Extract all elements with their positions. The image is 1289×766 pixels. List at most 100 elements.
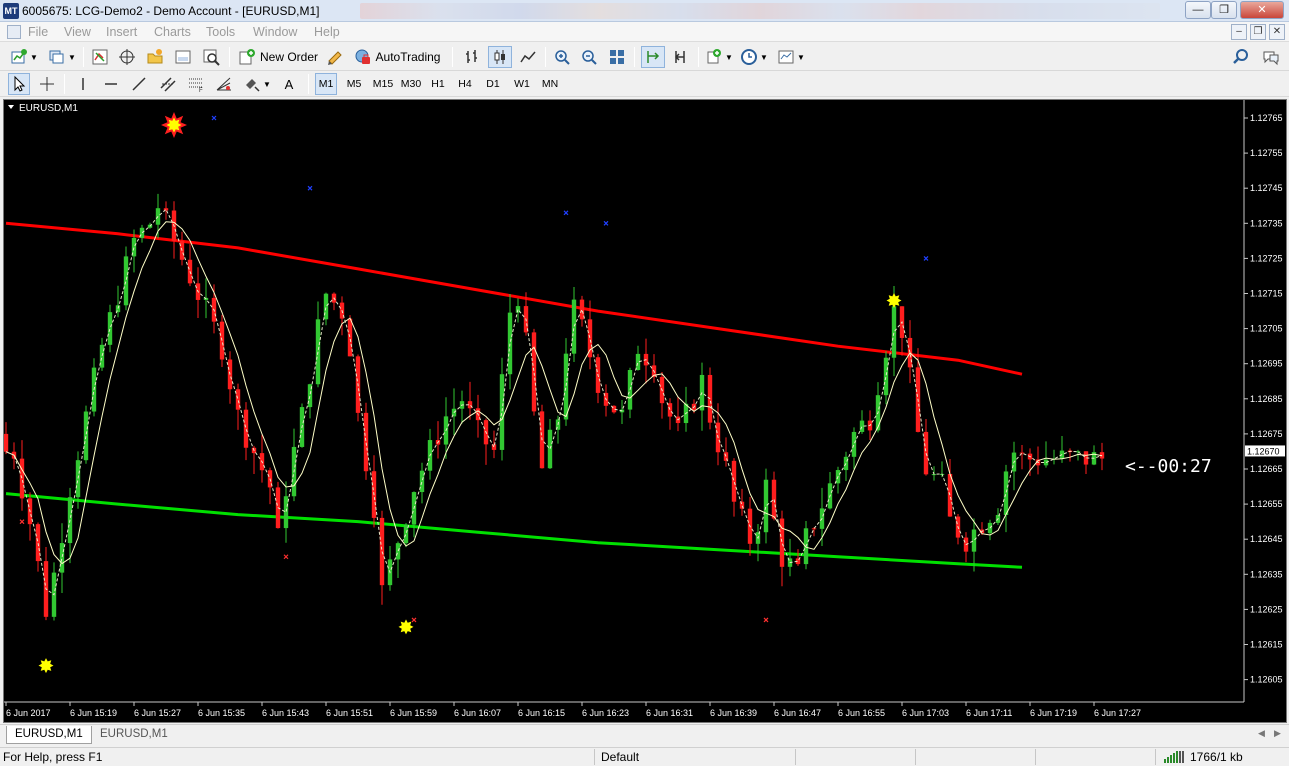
menu-help[interactable]: Help xyxy=(314,25,340,39)
trendline-button[interactable] xyxy=(128,73,150,95)
band-lines xyxy=(5,221,1023,569)
horizontal-line-button[interactable] xyxy=(100,73,122,95)
timeframe-w1-button[interactable]: W1 xyxy=(511,73,533,95)
chat-button[interactable] xyxy=(1258,46,1284,68)
new-order-button[interactable]: New Order xyxy=(236,46,320,68)
time-tick-label: 6 Jun 17:03 xyxy=(902,708,949,718)
chart-menu-arrow-icon[interactable] xyxy=(8,105,14,109)
crosshair-tool-button[interactable] xyxy=(36,73,58,95)
chart-window[interactable]: 1.12765 1.12755 1.12745 1.12735 1.12725 1.127… xyxy=(3,99,1287,723)
menu-tools[interactable]: Tools xyxy=(206,25,235,39)
blue-cross-marker xyxy=(923,255,929,261)
gann-button[interactable] xyxy=(212,73,236,95)
chart-tabs-bar: EURUSD,M1 EURUSD,M1 ◀ ▶ xyxy=(0,724,1289,745)
terminal-button[interactable] xyxy=(172,46,194,68)
status-traffic: 1766/1 kb xyxy=(1190,750,1243,764)
vertical-line-button[interactable] xyxy=(72,73,94,95)
crosshair-window-icon xyxy=(119,49,135,65)
timeframe-mn-button[interactable]: MN xyxy=(538,73,562,95)
candle-body xyxy=(4,433,9,452)
bar-chart-icon xyxy=(466,50,477,63)
zoom-out-button[interactable] xyxy=(578,46,600,68)
search-button[interactable] xyxy=(1230,46,1252,68)
app-icon: MT xyxy=(3,3,19,19)
chart-tab[interactable]: EURUSD,M1 xyxy=(92,726,176,744)
bar-chart-button[interactable] xyxy=(460,46,484,68)
time-tick-label: 6 Jun 15:59 xyxy=(390,708,437,718)
timeframe-m5-button[interactable]: M5 xyxy=(342,73,366,95)
candle-body xyxy=(35,524,41,562)
time-tick-label: 6 Jun 15:43 xyxy=(262,708,309,718)
price-chart[interactable]: 1.12765 1.12755 1.12745 1.12735 1.12725 1.127… xyxy=(4,100,1286,722)
zoom-in-button[interactable] xyxy=(551,46,573,68)
restore-button[interactable]: ❐ xyxy=(1211,1,1237,19)
yellow-signal-marker xyxy=(38,658,54,674)
candle-body xyxy=(59,543,65,573)
candle-body xyxy=(571,299,577,354)
chart-window-icon xyxy=(7,25,21,39)
mdi-close-button[interactable]: ✕ xyxy=(1269,24,1285,40)
strategy-tester-button[interactable] xyxy=(199,46,223,68)
time-tick-label: 6 Jun 16:31 xyxy=(646,708,693,718)
blue-cross-marker xyxy=(603,220,609,226)
time-tick-label: 6 Jun 16:15 xyxy=(518,708,565,718)
candle-body xyxy=(283,496,289,529)
toolbar-separator xyxy=(229,47,230,67)
profiles-button[interactable]: ▼ xyxy=(46,46,78,68)
menu-insert[interactable]: Insert xyxy=(106,25,137,39)
price-tick-label: 1.12705 xyxy=(1250,324,1283,334)
blue-cross-marker xyxy=(307,185,313,191)
menu-file[interactable]: File xyxy=(28,25,48,39)
tile-windows-button[interactable] xyxy=(605,46,629,68)
cursor-tool-button[interactable] xyxy=(8,73,30,95)
timeframe-h1-button[interactable]: H1 xyxy=(427,73,449,95)
line-chart-button[interactable] xyxy=(516,46,540,68)
minimize-button[interactable]: — xyxy=(1185,1,1211,19)
shapes-button[interactable]: ▼ xyxy=(242,73,272,95)
mdi-restore-button[interactable]: ❐ xyxy=(1250,24,1266,40)
red-cross-marker xyxy=(283,554,289,560)
menu-charts[interactable]: Charts xyxy=(154,25,191,39)
data-window-button[interactable] xyxy=(116,46,138,68)
candle-body xyxy=(379,517,385,586)
navigator-icon xyxy=(147,49,163,64)
menu-view[interactable]: View xyxy=(64,25,91,39)
market-watch-button[interactable] xyxy=(89,46,111,68)
metaeditor-button[interactable] xyxy=(324,46,346,68)
auto-scroll-button[interactable] xyxy=(641,46,665,68)
navigator-button[interactable] xyxy=(143,46,167,68)
tabs-scroll-left-icon[interactable]: ◀ xyxy=(1258,728,1265,739)
new-chart-button[interactable]: ▼ xyxy=(6,46,42,68)
templates-button[interactable]: ▼ xyxy=(775,46,807,68)
text-tool-button[interactable]: A xyxy=(278,73,300,95)
candle-body xyxy=(531,332,537,412)
time-tick-label: 6 Jun 16:55 xyxy=(838,708,885,718)
candle-body xyxy=(363,412,369,472)
equidistant-channel-button[interactable] xyxy=(156,73,180,95)
chart-tab-active[interactable]: EURUSD,M1 xyxy=(6,726,92,744)
timeframe-m30-button[interactable]: M30 xyxy=(398,73,424,95)
candlestick-chart-button[interactable] xyxy=(488,46,512,68)
periods-button[interactable]: ▼ xyxy=(738,46,770,68)
dropdown-arrow-icon: ▼ xyxy=(30,52,38,62)
mdi-minimize-button[interactable]: – xyxy=(1231,24,1247,40)
timeframe-d1-button[interactable]: D1 xyxy=(482,73,504,95)
price-tick-label: 1.12695 xyxy=(1250,359,1283,369)
timeframe-m15-button[interactable]: M15 xyxy=(370,73,396,95)
candle-body xyxy=(499,374,505,450)
indicators-button[interactable]: ▼ xyxy=(704,46,734,68)
timeframe-h4-button[interactable]: H4 xyxy=(454,73,476,95)
timeframe-m1-button[interactable]: M1 xyxy=(315,73,337,95)
fibonacci-icon: F xyxy=(189,78,203,93)
chart-shift-button[interactable] xyxy=(669,46,693,68)
candle-body xyxy=(883,357,889,396)
autotrading-button[interactable]: AutoTrading xyxy=(350,46,444,68)
time-axis: 6 Jun 2017 6 Jun 15:19 6 Jun 15:27 6 Jun 15… xyxy=(5,702,1141,718)
close-button[interactable]: ✕ xyxy=(1240,1,1284,19)
upper-band-line xyxy=(5,221,1023,376)
tabs-scroll-right-icon[interactable]: ▶ xyxy=(1274,728,1281,739)
candle-body xyxy=(731,460,737,502)
fibonacci-button[interactable]: F xyxy=(184,73,208,95)
time-tick-label: 6 Jun 17:11 xyxy=(966,708,1012,718)
menu-window[interactable]: Window xyxy=(253,25,297,39)
